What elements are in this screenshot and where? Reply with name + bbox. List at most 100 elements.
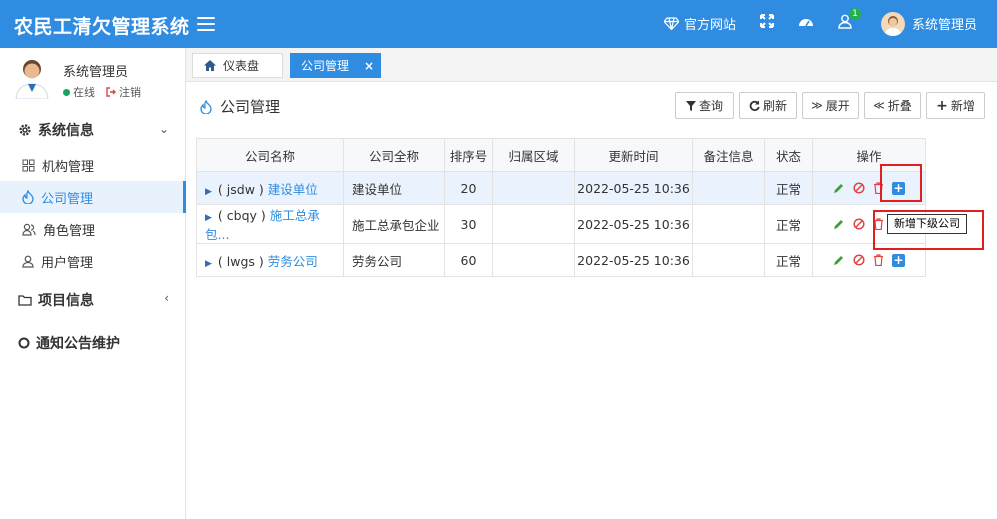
- sidebar-group-label: 项目信息: [38, 293, 94, 309]
- company-name-link[interactable]: 劳务公司: [268, 254, 318, 269]
- fullscreen-icon[interactable]: [760, 14, 774, 28]
- refresh-button[interactable]: 刷新: [739, 92, 797, 119]
- refresh-icon: [749, 100, 760, 111]
- region-cell: [492, 171, 575, 205]
- column-header[interactable]: 备注信息: [692, 138, 765, 172]
- caret-right-icon[interactable]: ▶: [205, 213, 212, 223]
- table-row[interactable]: ▶( cbqy ) 施工总承包... 施工总承包企业 30 2022-05-25…: [196, 204, 926, 244]
- header-user-name[interactable]: 系统管理员: [912, 14, 977, 33]
- full-name-cell: 施工总承包企业: [343, 204, 445, 244]
- status-online-label: 在线: [73, 86, 95, 99]
- official-site-link[interactable]: 官方网站: [664, 14, 736, 33]
- add-subcompany-icon[interactable]: +: [892, 253, 905, 267]
- company-name-cell[interactable]: ▶ ( jsdw ) 建设单位: [196, 171, 344, 205]
- disable-ban-icon[interactable]: [853, 218, 865, 230]
- plus-icon: +: [936, 97, 948, 114]
- online-dot-icon: [63, 88, 70, 96]
- full-name-cell: 劳务公司: [343, 243, 445, 277]
- company-code: ( jsdw ): [217, 181, 264, 197]
- company-name-link[interactable]: 建设单位: [268, 182, 318, 197]
- dashboard-icon[interactable]: [798, 14, 814, 28]
- remark-cell: [692, 243, 765, 277]
- users-icon: [22, 223, 36, 236]
- user-avatar: [14, 57, 50, 100]
- chevron-down-icon[interactable]: ⌄: [159, 122, 169, 136]
- top-header: 农民工清欠管理系统 官方网站 1 系统管理员: [0, 0, 997, 48]
- status-cell: 正常: [764, 204, 813, 244]
- sidebar-item-org[interactable]: 机构管理: [0, 149, 186, 181]
- query-button[interactable]: 查询: [675, 92, 734, 119]
- sidebar-group-project[interactable]: 项目信息: [18, 290, 94, 310]
- annotation-box-button: [880, 164, 922, 202]
- edit-pencil-icon[interactable]: [833, 218, 845, 230]
- collapse-button[interactable]: ≪ 折叠: [864, 92, 921, 119]
- diamond-icon: [664, 17, 679, 30]
- tab-company[interactable]: 公司管理 ×: [290, 53, 381, 78]
- header-avatar[interactable]: [881, 12, 905, 36]
- circle-icon: [18, 337, 30, 349]
- main-content: 公司管理 查询 刷新 ≫ 展开 ≪ 折叠 + 新增 公司名称 公司全称 排序号 …: [186, 82, 997, 519]
- company-name-cell[interactable]: ▶ ( lwgs ) 劳务公司: [196, 243, 344, 277]
- column-header[interactable]: 公司全称: [343, 138, 445, 172]
- sidebar-item-label: 机构管理: [42, 159, 95, 175]
- sidebar-group-notice[interactable]: 通知公告维护: [18, 333, 120, 353]
- sort-cell: 30: [444, 204, 493, 244]
- caret-right-icon[interactable]: ▶: [205, 187, 212, 197]
- updated-cell: 2022-05-25 10:36: [574, 171, 693, 205]
- updated-cell: 2022-05-25 10:36: [574, 204, 693, 244]
- company-table: 公司名称 公司全称 排序号 归属区域 更新时间 备注信息 状态 操作 ▶ ( js…: [196, 138, 926, 277]
- company-name-cell[interactable]: ▶( cbqy ) 施工总承包...: [196, 204, 344, 244]
- filter-icon: [685, 100, 696, 111]
- updated-cell: 2022-05-25 10:36: [574, 243, 693, 277]
- close-icon[interactable]: ×: [364, 59, 374, 73]
- disable-ban-icon[interactable]: [853, 182, 865, 194]
- sort-cell: 20: [444, 171, 493, 205]
- full-name-cell: 建设单位: [343, 171, 445, 205]
- caret-right-icon[interactable]: ▶: [205, 259, 212, 269]
- column-header[interactable]: 公司名称: [196, 138, 344, 172]
- collapse-label: 折叠: [887, 99, 912, 113]
- tab-bar: 仪表盘 公司管理 ×: [186, 48, 997, 82]
- page-title-text: 公司管理: [220, 98, 281, 116]
- query-label: 查询: [698, 99, 723, 113]
- menu-toggle-icon[interactable]: [197, 13, 215, 31]
- table-row[interactable]: ▶( jsdw ) 建设单位 建设单位 20 2022-05-25 10:36 …: [196, 171, 926, 205]
- app-title: 农民工清欠管理系统: [14, 16, 190, 38]
- status-cell: 正常: [764, 243, 813, 277]
- home-icon: [204, 60, 216, 71]
- column-header[interactable]: 归属区域: [492, 138, 575, 172]
- expand-button[interactable]: ≫ 展开: [802, 92, 859, 119]
- remark-cell: [692, 171, 765, 205]
- disable-ban-icon[interactable]: [853, 254, 865, 266]
- column-header[interactable]: 状态: [764, 138, 813, 172]
- column-header[interactable]: 更新时间: [574, 138, 693, 172]
- official-site-label: 官方网站: [684, 18, 737, 33]
- table-row[interactable]: ▶( lwgs ) 劳务公司 劳务公司 60 2022-05-25 10:36 …: [196, 243, 926, 277]
- column-header[interactable]: 排序号: [444, 138, 493, 172]
- tab-dashboard[interactable]: 仪表盘: [192, 53, 283, 78]
- chevron-double-down-icon: ≫: [811, 99, 823, 112]
- sidebar-item-company[interactable]: 公司管理: [0, 181, 186, 213]
- add-label: 新增: [950, 99, 975, 113]
- tab-label: 仪表盘: [223, 59, 260, 73]
- edit-pencil-icon[interactable]: [833, 254, 845, 266]
- region-cell: [492, 243, 575, 277]
- edit-pencil-icon[interactable]: [833, 182, 845, 194]
- page-title: 公司管理: [200, 96, 280, 117]
- logout-link[interactable]: 注销: [119, 84, 141, 100]
- sidebar-item-role[interactable]: 角色管理: [0, 213, 186, 245]
- company-code: ( lwgs ): [217, 253, 264, 269]
- sidebar-item-label: 公司管理: [41, 191, 94, 207]
- chevron-left-icon[interactable]: ‹: [164, 291, 169, 305]
- sidebar-item-user[interactable]: 用户管理: [0, 245, 186, 277]
- delete-trash-icon[interactable]: [873, 254, 884, 266]
- notification-badge: 1: [849, 8, 861, 20]
- user-icon: [22, 255, 34, 268]
- sidebar-group-label: 系统信息: [38, 123, 94, 139]
- fire-icon: [22, 190, 34, 204]
- sidebar-group-system[interactable]: 系统信息: [18, 120, 94, 140]
- logout-icon[interactable]: [106, 87, 116, 97]
- status-cell: 正常: [764, 171, 813, 205]
- add-button[interactable]: + 新增: [926, 92, 985, 119]
- chevron-double-up-icon: ≪: [873, 99, 885, 112]
